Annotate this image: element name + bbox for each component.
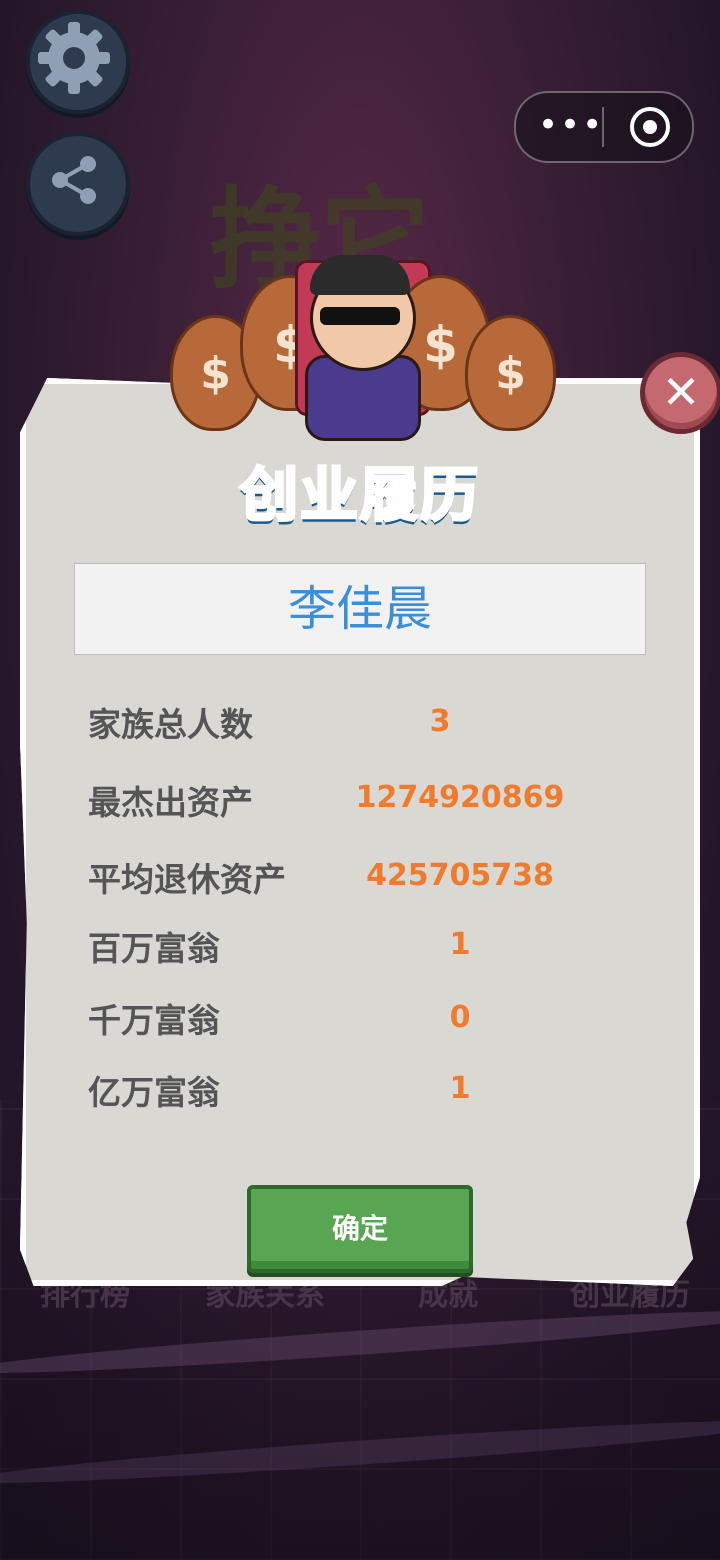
player-name: 李佳晨: [287, 581, 432, 637]
rich-boss-illustration: $ $ $ $: [160, 255, 560, 445]
capsule-divider: [602, 107, 604, 147]
boss-hair: [310, 255, 410, 295]
stat-value-ten-millionaire: 0: [449, 1000, 471, 1035]
stat-label-avg-retire-asset: 平均退休资产: [88, 860, 286, 899]
share-icon: [52, 156, 96, 204]
close-icon: ✕: [661, 365, 701, 419]
modal-title: 创业履历: [238, 460, 480, 531]
settings-button[interactable]: [26, 10, 130, 114]
sunglasses-icon: [320, 307, 400, 325]
stat-value-family-size: 3: [429, 704, 451, 739]
stat-value-avg-retire-asset: 425705738: [366, 858, 554, 893]
money-bag-icon: $: [465, 315, 556, 431]
stat-label-family-size: 家族总人数: [88, 705, 253, 744]
share-button[interactable]: [26, 132, 130, 236]
confirm-button[interactable]: 确定: [247, 1185, 473, 1273]
player-name-box: 李佳晨: [74, 563, 646, 655]
exit-miniprogram-button[interactable]: [630, 107, 670, 147]
gear-icon: [38, 22, 110, 94]
stat-value-top-asset: 1274920869: [355, 780, 565, 815]
more-menu-button[interactable]: •••: [538, 108, 604, 142]
stat-label-millionaire: 百万富翁: [88, 929, 220, 968]
stat-label-billionaire: 亿万富翁: [88, 1073, 220, 1112]
stat-label-ten-millionaire: 千万富翁: [88, 1001, 220, 1040]
miniprogram-capsule: •••: [514, 91, 694, 163]
confirm-button-label: 确定: [331, 1212, 388, 1245]
stat-value-millionaire: 1: [449, 927, 471, 962]
stat-value-billionaire: 1: [449, 1071, 471, 1106]
close-button[interactable]: ✕: [640, 352, 720, 434]
stat-label-top-asset: 最杰出资产: [88, 783, 253, 822]
